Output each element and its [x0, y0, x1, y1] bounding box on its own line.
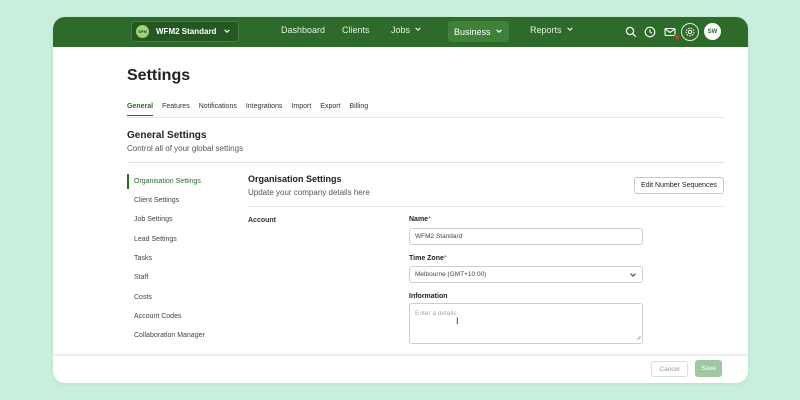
chevron-down-icon: [495, 27, 503, 37]
sidebar-item-lead-settings[interactable]: Lead Settings: [127, 236, 177, 243]
page-title: Settings: [127, 67, 191, 84]
sidebar-item-organisation-settings[interactable]: Organisation Settings: [127, 174, 201, 189]
notification-badge: [674, 34, 680, 40]
tabs-divider: [127, 117, 725, 118]
required-mark: *: [428, 216, 431, 223]
sidebar-item-client-settings[interactable]: Client Settings: [127, 197, 179, 204]
chevron-down-icon: [629, 271, 637, 281]
org-name: WFM2 Standard: [156, 27, 217, 36]
nav-clients[interactable]: Clients: [342, 25, 370, 35]
sidebar-item-tasks[interactable]: Tasks: [127, 255, 152, 262]
name-label: Name*: [409, 216, 431, 223]
tab-general[interactable]: General: [127, 103, 154, 116]
settings-tabs: General Features Notifications Integrati…: [127, 103, 377, 116]
sidebar-item-costs[interactable]: Costs: [127, 294, 152, 301]
tab-import[interactable]: Import: [291, 103, 311, 116]
org-logo: WFM: [136, 25, 149, 38]
sidebar-item-account-codes[interactable]: Account Codes: [127, 313, 181, 320]
information-placeholder: Enter a details: [415, 310, 457, 317]
edit-number-sequences-button[interactable]: Edit Number Sequences: [634, 177, 724, 194]
cancel-button[interactable]: Cancel: [651, 361, 688, 377]
text-cursor-icon: I: [456, 317, 459, 327]
sidebar-item-staff[interactable]: Staff: [127, 274, 148, 281]
tab-billing[interactable]: Billing: [350, 103, 369, 116]
section-title: General Settings: [127, 130, 207, 141]
mail-icon[interactable]: [662, 24, 680, 40]
account-label: Account: [248, 217, 276, 224]
nav-business[interactable]: Business: [448, 21, 509, 42]
sidebar-item-job-settings[interactable]: Job Settings: [127, 216, 173, 223]
name-field[interactable]: WFM2 Standard: [409, 228, 643, 245]
section-subtitle: Control all of your global settings: [127, 144, 244, 153]
tab-notifications[interactable]: Notifications: [199, 103, 237, 116]
org-switcher[interactable]: WFM WFM2 Standard: [131, 21, 239, 42]
required-mark: *: [443, 255, 447, 262]
tab-export[interactable]: Export: [320, 103, 340, 116]
information-label: Information: [409, 293, 448, 300]
clock-icon[interactable]: [642, 24, 658, 40]
sidebar-item-collaboration-manager[interactable]: Collaboration Manager: [127, 332, 205, 339]
chevron-down-icon: [223, 27, 231, 37]
org-settings-divider: [248, 206, 725, 207]
gear-icon[interactable]: [681, 23, 699, 41]
tab-integrations[interactable]: Integrations: [246, 103, 283, 116]
nav-dashboard[interactable]: Dashboard: [281, 25, 325, 35]
section-divider: [127, 162, 725, 163]
nav-reports[interactable]: Reports: [530, 25, 574, 35]
app-window: WFM WFM2 Standard Dashboard Clients Jobs…: [53, 17, 748, 383]
chevron-down-icon: [566, 25, 574, 35]
form-footer: Cancel Save: [53, 356, 748, 383]
save-button[interactable]: Save: [695, 360, 722, 377]
timezone-select[interactable]: Melbourne (GMT+10:00): [409, 266, 643, 283]
org-settings-subtitle: Update your company details here: [248, 188, 370, 197]
search-icon[interactable]: [623, 24, 639, 40]
nav-jobs[interactable]: Jobs: [391, 25, 422, 35]
org-settings-title: Organisation Settings: [248, 174, 342, 184]
information-textarea[interactable]: Enter a details: [409, 303, 643, 344]
top-navbar: WFM WFM2 Standard Dashboard Clients Jobs…: [53, 17, 748, 47]
chevron-down-icon: [414, 25, 422, 35]
tab-features[interactable]: Features: [162, 103, 190, 116]
avatar[interactable]: SW: [704, 23, 721, 40]
timezone-value: Melbourne (GMT+10:00): [415, 271, 487, 278]
name-value: WFM2 Standard: [415, 233, 463, 240]
timezone-label: Time Zone*: [409, 255, 447, 262]
resize-handle-icon[interactable]: [636, 335, 641, 342]
